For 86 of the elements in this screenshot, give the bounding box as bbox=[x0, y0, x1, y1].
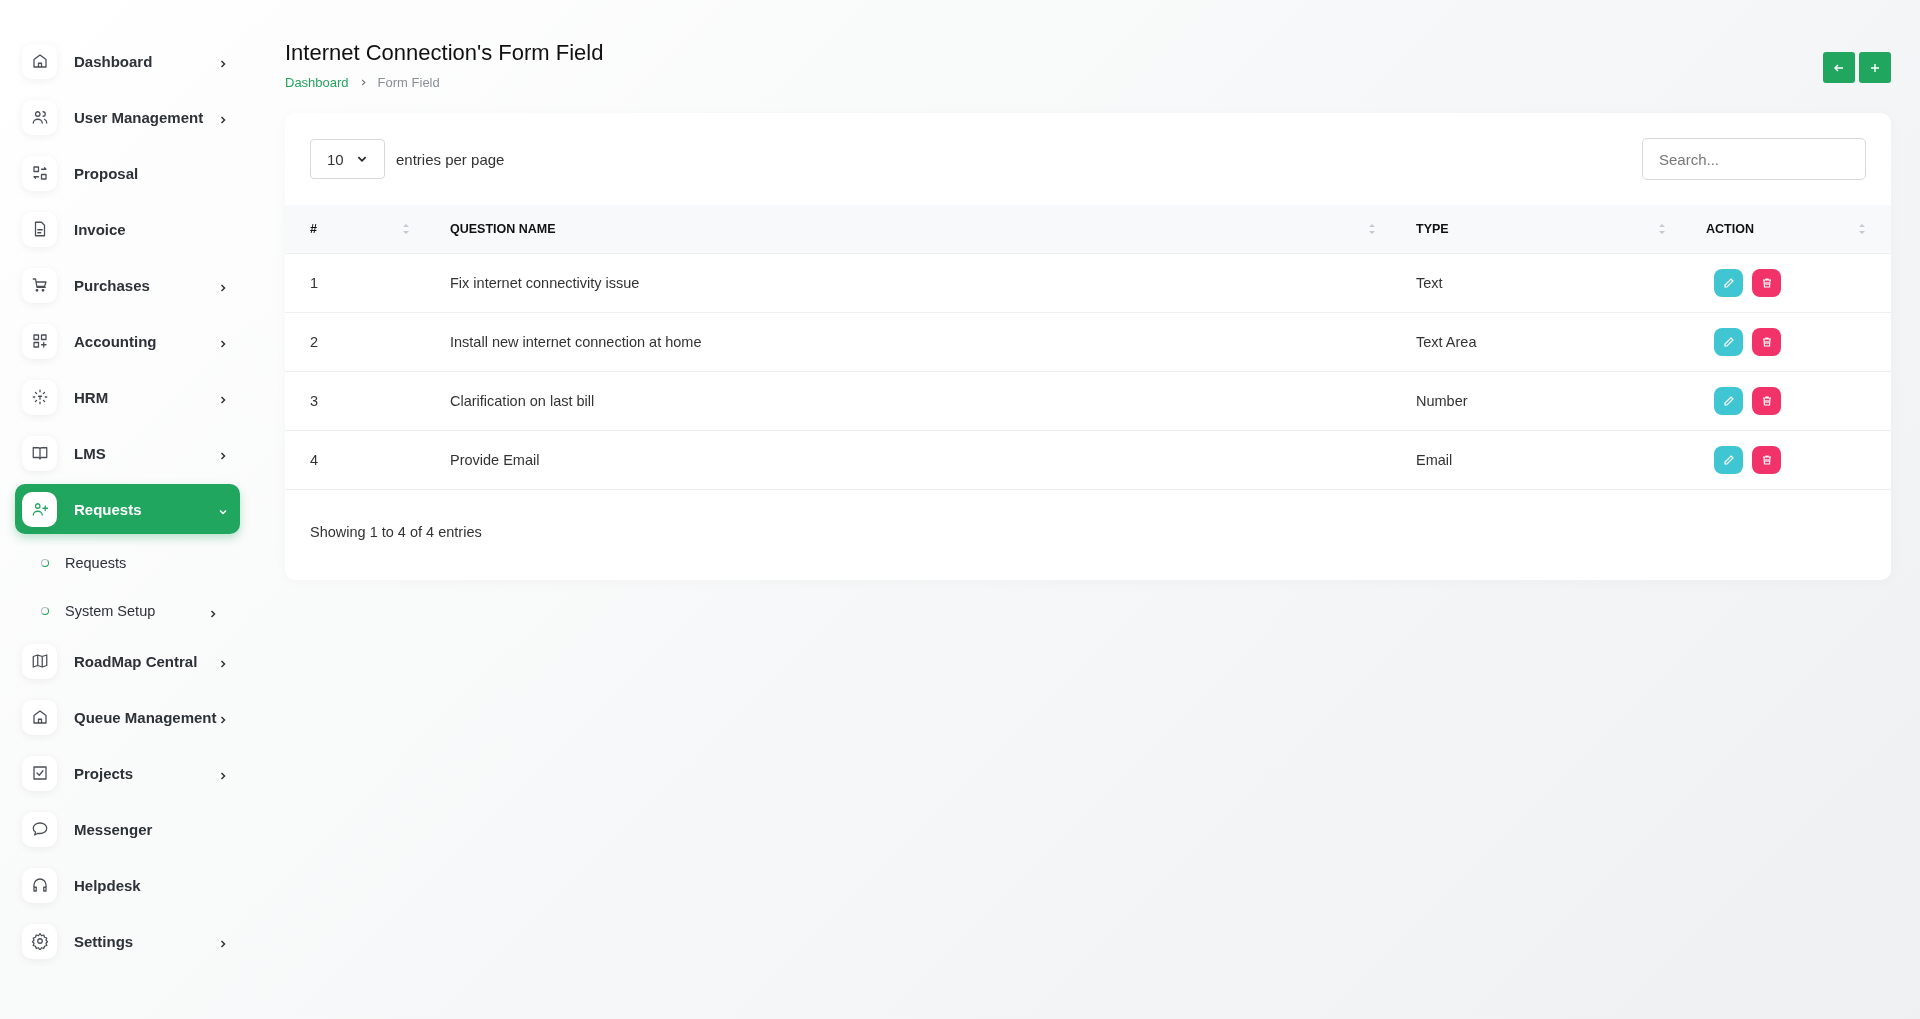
edit-button[interactable] bbox=[1714, 446, 1743, 474]
sidebar-item[interactable]: Queue Management bbox=[15, 692, 240, 742]
chat-bubble-icon bbox=[30, 820, 49, 838]
table-cell: Clarification on last bill bbox=[430, 371, 1396, 431]
home-icon bbox=[30, 52, 49, 70]
chevron-icon bbox=[218, 715, 228, 725]
sort-icon bbox=[1658, 222, 1666, 236]
trash-icon bbox=[1760, 277, 1773, 289]
table-cell: 2 bbox=[285, 312, 430, 372]
plus-icon bbox=[1869, 61, 1881, 74]
grid-plus-icon bbox=[30, 332, 49, 350]
sidebar-item[interactable]: User Management bbox=[15, 92, 240, 142]
column-header[interactable]: QUESTION NAME bbox=[430, 205, 1396, 254]
sort-icon bbox=[402, 222, 410, 236]
delete-button[interactable] bbox=[1752, 446, 1781, 474]
chevron-icon bbox=[218, 451, 228, 461]
add-button[interactable] bbox=[1859, 52, 1891, 83]
gear-icon bbox=[30, 932, 49, 950]
chevron-icon bbox=[218, 507, 228, 517]
sidebar-item[interactable]: Projects bbox=[15, 748, 240, 798]
pencil-icon bbox=[1722, 454, 1735, 466]
table-cell: Provide Email bbox=[430, 430, 1396, 490]
trash-icon bbox=[1760, 336, 1773, 348]
edit-button[interactable] bbox=[1714, 269, 1743, 297]
table-cell: Install new internet connection at home bbox=[430, 312, 1396, 372]
table-cell: Number bbox=[1396, 371, 1686, 431]
delete-button[interactable] bbox=[1752, 387, 1781, 415]
table-cell: Text Area bbox=[1396, 312, 1686, 372]
book-icon bbox=[30, 444, 49, 462]
map-icon bbox=[30, 652, 49, 670]
chevron-icon bbox=[218, 395, 228, 405]
sidebar-item[interactable]: Accounting bbox=[15, 316, 240, 366]
chevron-icon bbox=[208, 609, 218, 619]
sort-icon bbox=[1368, 222, 1376, 236]
table-cell: Text bbox=[1396, 253, 1686, 313]
submenu-item[interactable]: Requests bbox=[15, 540, 230, 586]
delete-button[interactable] bbox=[1752, 328, 1781, 356]
entries-label: entries per page bbox=[396, 150, 505, 168]
table-cell: 1 bbox=[285, 253, 430, 313]
sort-icon bbox=[1858, 222, 1866, 236]
edit-button[interactable] bbox=[1714, 387, 1743, 415]
column-header[interactable]: ACTION bbox=[1686, 205, 1891, 254]
pencil-icon bbox=[1722, 336, 1735, 348]
page-size-select[interactable]: 10 bbox=[310, 139, 385, 179]
chevron-icon bbox=[218, 659, 228, 669]
sidebar-item[interactable]: Settings bbox=[15, 916, 240, 966]
sidebar-item[interactable]: LMS bbox=[15, 428, 240, 478]
home-icon bbox=[30, 708, 49, 726]
column-header[interactable]: TYPE bbox=[1396, 205, 1686, 254]
submenu-item[interactable]: System Setup bbox=[15, 588, 230, 634]
chevron-icon bbox=[218, 771, 228, 781]
chevron-icon bbox=[218, 339, 228, 349]
sidebar-item[interactable]: RoadMap Central bbox=[15, 636, 240, 686]
delete-button[interactable] bbox=[1752, 269, 1781, 297]
sidebar-item[interactable]: Proposal bbox=[15, 148, 240, 198]
table-cell: Email bbox=[1396, 430, 1686, 490]
sidebar-item[interactable]: Helpdesk bbox=[15, 860, 240, 910]
table-cell: 3 bbox=[285, 371, 430, 431]
search-field[interactable]: Search... bbox=[1642, 138, 1866, 180]
cart-icon bbox=[30, 276, 49, 294]
table-cell: 4 bbox=[285, 430, 430, 490]
sidebar-item[interactable]: Invoice bbox=[15, 204, 240, 254]
trash-icon bbox=[1760, 454, 1773, 466]
chevron-icon bbox=[218, 939, 228, 949]
pencil-icon bbox=[1722, 277, 1735, 289]
column-header[interactable]: # bbox=[285, 205, 430, 254]
sidebar-item[interactable]: Dashboard bbox=[15, 36, 240, 86]
users-icon bbox=[30, 108, 49, 126]
breadcrumb-current: Form Field bbox=[377, 75, 440, 90]
entries-summary: Showing 1 to 4 of 4 entries bbox=[309, 523, 483, 540]
sidebar-item[interactable]: Messenger bbox=[15, 804, 240, 854]
chevron-icon bbox=[218, 59, 228, 69]
page-title: Internet Connection's Form Field bbox=[285, 40, 604, 66]
checkbox-icon bbox=[30, 764, 49, 782]
pencil-icon bbox=[1722, 395, 1735, 407]
edit-button[interactable] bbox=[1714, 328, 1743, 356]
chevron-icon bbox=[218, 115, 228, 125]
chevron-icon bbox=[218, 283, 228, 293]
trash-icon bbox=[1760, 395, 1773, 407]
headphones-icon bbox=[30, 876, 49, 894]
swap-squares-icon bbox=[30, 164, 49, 182]
back-button[interactable] bbox=[1823, 52, 1855, 83]
user-plus-icon bbox=[30, 500, 49, 518]
table-cell: Fix internet connectivity issue bbox=[430, 253, 1396, 313]
sidebar-item[interactable]: HRM bbox=[15, 372, 240, 422]
sidebar-item[interactable]: Purchases bbox=[15, 260, 240, 310]
